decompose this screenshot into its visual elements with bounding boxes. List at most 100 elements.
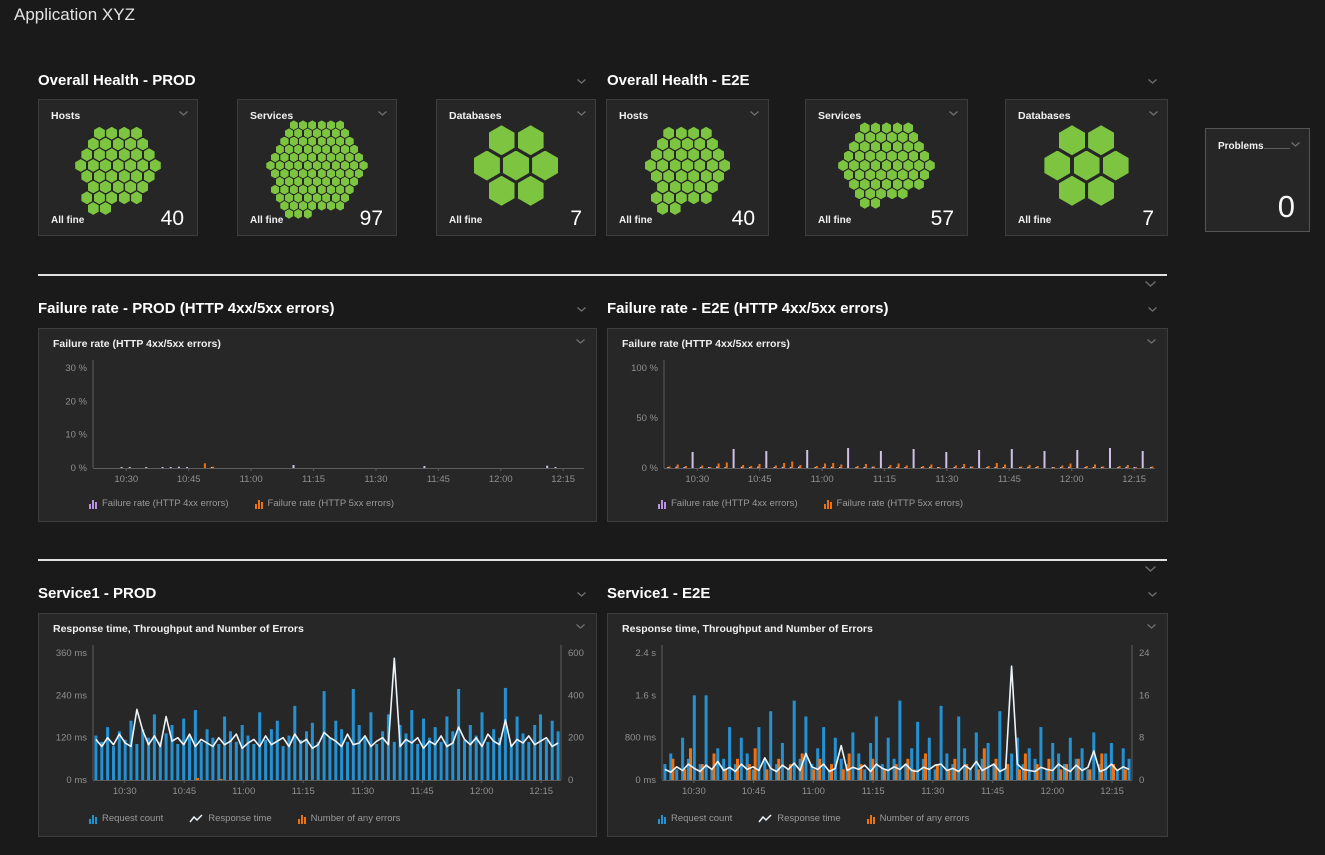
health-tile-hosts-e2e[interactable]: Hosts All fine 40 — [606, 99, 769, 236]
hexagon[interactable] — [280, 169, 288, 179]
hexagon[interactable] — [489, 176, 515, 206]
hexagon[interactable] — [290, 185, 298, 195]
hexagon[interactable] — [893, 160, 903, 171]
hexagon[interactable] — [290, 201, 298, 211]
hexagon[interactable] — [663, 170, 674, 183]
chevron-down-icon[interactable] — [377, 110, 388, 117]
hexagon[interactable] — [327, 137, 335, 147]
hexagon[interactable] — [131, 148, 142, 161]
chevron-down-icon[interactable] — [575, 338, 586, 345]
hexagon[interactable] — [131, 170, 142, 183]
hexagon[interactable] — [100, 138, 111, 151]
hexagon[interactable] — [336, 137, 344, 147]
hexagon[interactable] — [137, 159, 148, 172]
hexagon[interactable] — [341, 145, 349, 155]
chevron-down-icon[interactable] — [576, 306, 587, 313]
chevron-down-icon[interactable] — [948, 110, 959, 117]
chevron-down-icon[interactable] — [1147, 306, 1158, 313]
hexagon[interactable] — [336, 201, 344, 211]
hexagon[interactable] — [276, 193, 284, 203]
hexagon[interactable] — [1088, 176, 1114, 206]
legend-item-response-time[interactable]: Response time — [189, 813, 271, 824]
hexagon[interactable] — [327, 201, 335, 211]
hexagon[interactable] — [676, 148, 687, 161]
hexagon[interactable] — [299, 137, 307, 147]
hexagon[interactable] — [865, 188, 875, 199]
hexagon[interactable] — [532, 151, 558, 181]
hexagon[interactable] — [271, 185, 279, 195]
health-tile-services-e2e[interactable]: Services All fine 57 — [805, 99, 968, 236]
legend-item-4xx[interactable]: Failure rate (HTTP 4xx errors) — [658, 498, 798, 509]
hexagon[interactable] — [113, 181, 124, 194]
hexagon[interactable] — [322, 145, 330, 155]
hexagon[interactable] — [882, 160, 892, 171]
hexagon[interactable] — [294, 128, 302, 138]
hexagon[interactable] — [318, 137, 326, 147]
hexagon[interactable] — [131, 191, 142, 204]
hexagon[interactable] — [860, 160, 870, 171]
hexagon[interactable] — [914, 179, 924, 190]
hexagon[interactable] — [137, 138, 148, 151]
hexagon[interactable] — [1103, 151, 1129, 181]
health-tile-databases-e2e[interactable]: Databases All fine 7 — [1005, 99, 1168, 236]
chevron-down-icon[interactable] — [1144, 565, 1157, 573]
hexagon[interactable] — [651, 170, 662, 183]
hexagon[interactable] — [271, 153, 279, 163]
hexagon[interactable] — [876, 151, 886, 162]
hexagon[interactable] — [94, 127, 105, 140]
hexagon[interactable] — [304, 145, 312, 155]
hexagon[interactable] — [100, 159, 111, 172]
health-tile-hosts-prod[interactable]: Hosts All fine 40 — [38, 99, 198, 236]
hexagon[interactable] — [125, 159, 136, 172]
hexagon[interactable] — [327, 185, 335, 195]
hexagon[interactable] — [308, 153, 316, 163]
hexagon[interactable] — [893, 179, 903, 190]
hexagon[interactable] — [701, 170, 712, 183]
hexagon[interactable] — [285, 128, 293, 138]
hexagon[interactable] — [876, 188, 886, 199]
hexagon[interactable] — [670, 202, 681, 215]
hexagon[interactable] — [294, 193, 302, 203]
hexagon[interactable] — [81, 148, 92, 161]
hexagon[interactable] — [336, 185, 344, 195]
hexagon[interactable] — [144, 148, 155, 161]
hexagon[interactable] — [341, 161, 349, 171]
hexagon[interactable] — [849, 179, 859, 190]
hexagon[interactable] — [871, 141, 881, 152]
hexagon[interactable] — [290, 169, 298, 179]
hexagon[interactable] — [701, 191, 712, 204]
hexagon[interactable] — [1074, 151, 1100, 181]
hexagon[interactable] — [285, 177, 293, 187]
hexagon[interactable] — [285, 209, 293, 219]
hexagon[interactable] — [294, 145, 302, 155]
hexagon[interactable] — [887, 132, 897, 143]
hexagon[interactable] — [332, 161, 340, 171]
hexagon[interactable] — [327, 120, 335, 130]
hexagon[interactable] — [701, 127, 712, 140]
chevron-down-icon[interactable] — [1290, 141, 1301, 148]
hexagon[interactable] — [876, 169, 886, 180]
hexagon[interactable] — [719, 159, 730, 172]
hexagon[interactable] — [276, 161, 284, 171]
chevron-down-icon[interactable] — [1147, 78, 1158, 85]
hexagon[interactable] — [285, 193, 293, 203]
hexagon[interactable] — [518, 125, 544, 155]
hexagon[interactable] — [887, 169, 897, 180]
hexagon[interactable] — [914, 141, 924, 152]
hexagon[interactable] — [318, 201, 326, 211]
hexagon[interactable] — [299, 201, 307, 211]
hexagon[interactable] — [865, 169, 875, 180]
hexagon[interactable] — [280, 185, 288, 195]
hexagon[interactable] — [345, 169, 353, 179]
hexagon[interactable] — [1059, 125, 1085, 155]
hexagon[interactable] — [266, 161, 274, 171]
hexagon[interactable] — [322, 161, 330, 171]
hexagon[interactable] — [332, 128, 340, 138]
hexagon[interactable] — [308, 185, 316, 195]
hexagon[interactable] — [682, 138, 693, 151]
hexagon[interactable] — [860, 141, 870, 152]
hexagon[interactable] — [663, 191, 674, 204]
hexagon[interactable] — [663, 127, 674, 140]
hexagon[interactable] — [285, 145, 293, 155]
hexagon[interactable] — [304, 209, 312, 219]
